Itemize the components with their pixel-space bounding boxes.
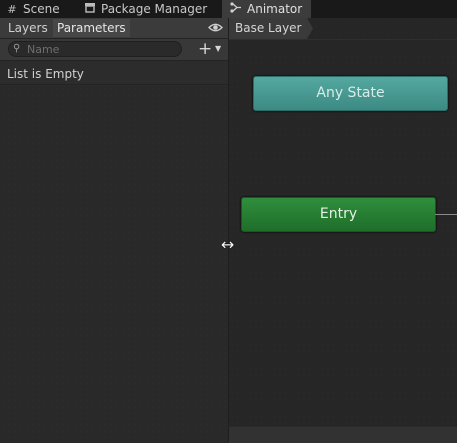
search-icon: ⚲ (13, 43, 21, 54)
plus-icon: + (198, 39, 213, 59)
search-field: ⚲ (8, 41, 182, 57)
resize-cursor-icon: ↔ (221, 235, 235, 254)
tab-package-manager-label: Package Manager (101, 2, 208, 16)
tab-scene[interactable]: # Scene (6, 0, 60, 18)
panel-subtab-bar: Layers Parameters (0, 18, 228, 39)
tab-parameters[interactable]: Parameters (53, 19, 130, 37)
parameter-search-row: ⚲ + ▼ (0, 39, 228, 61)
package-icon (84, 2, 96, 16)
chevron-down-icon: ▼ (215, 44, 222, 53)
search-input[interactable] (27, 42, 177, 56)
grid-icon: # (7, 2, 17, 16)
add-parameter-button[interactable]: + ▼ (198, 40, 226, 58)
tab-layers[interactable]: Layers (4, 19, 52, 37)
window-tab-bar: # Scene Package Manager Animator (0, 0, 457, 18)
parameters-panel: Layers Parameters ⚲ + ▼ List is Empty (0, 18, 228, 442)
parameter-list-area (0, 86, 228, 442)
entry-node[interactable]: Entry (241, 197, 436, 232)
breadcrumb-divider (229, 39, 457, 40)
any-state-node[interactable]: Any State (253, 76, 448, 111)
tab-animator-label: Animator (247, 2, 303, 16)
breadcrumb[interactable]: Base Layer (229, 18, 313, 39)
empty-list-message: List is Empty (0, 63, 228, 85)
tab-animator[interactable]: Animator (222, 0, 311, 18)
tab-package-manager[interactable]: Package Manager (84, 0, 207, 18)
animator-icon (230, 2, 242, 16)
transition-line (435, 214, 457, 215)
eye-icon[interactable] (208, 20, 223, 35)
tab-scene-label: Scene (23, 2, 60, 16)
horizontal-scrollbar[interactable] (229, 426, 457, 443)
animator-graph[interactable]: Base Layer Any State Entry (229, 18, 457, 443)
